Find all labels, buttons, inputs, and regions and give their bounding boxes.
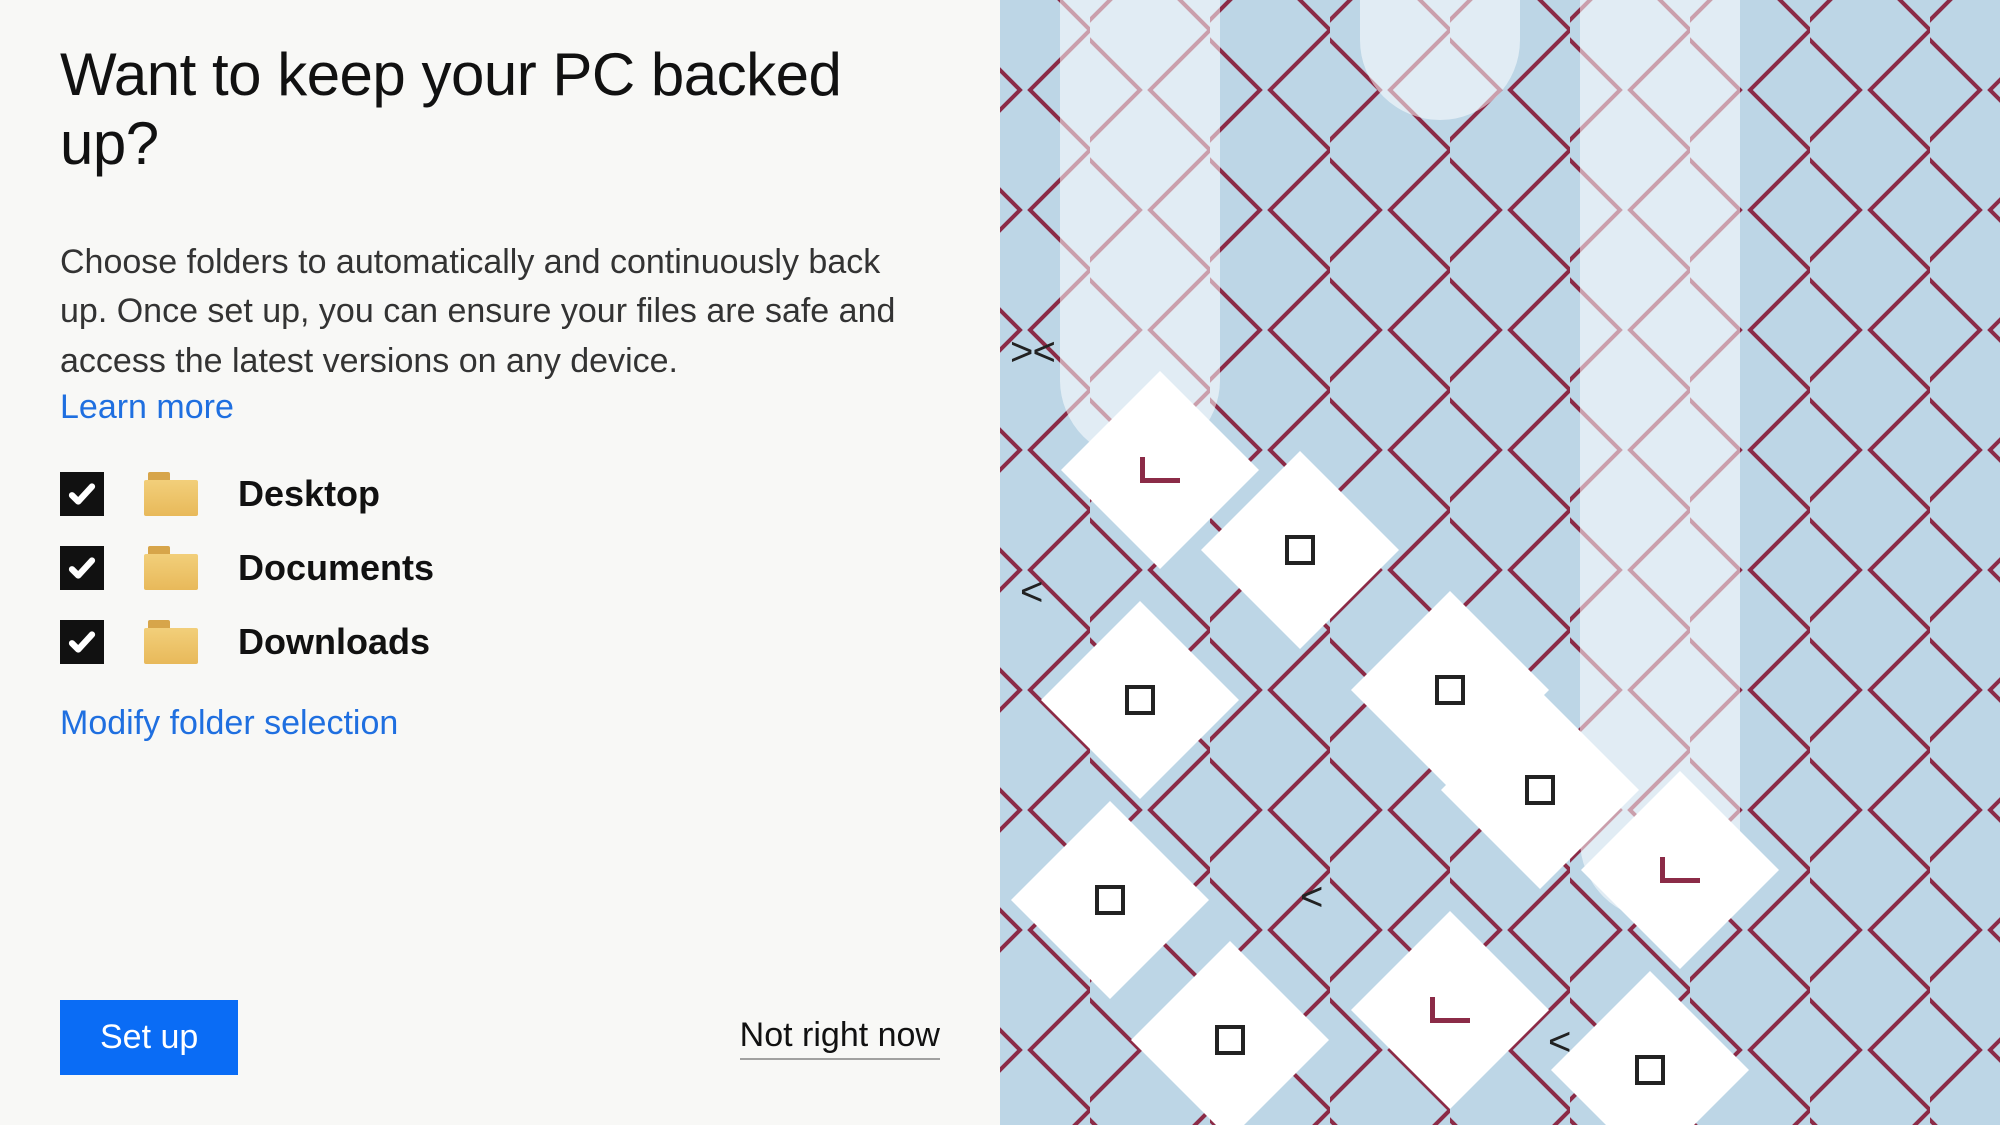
description-text: Choose folders to automatically and cont… <box>60 238 900 386</box>
square-icon <box>1635 1055 1665 1085</box>
square-icon <box>1095 885 1125 915</box>
folder-row-downloads: Downloads <box>60 620 940 664</box>
arrow-shape: > < <box>1010 330 1050 375</box>
learn-more-link[interactable]: Learn more <box>60 388 234 427</box>
decorative-illustration: > < < < < < < < < <box>1000 0 2000 1125</box>
button-row: Set up Not right now <box>60 1000 940 1075</box>
checkbox-downloads[interactable] <box>60 620 104 664</box>
folder-row-desktop: Desktop <box>60 472 940 516</box>
square-icon <box>1125 685 1155 715</box>
folder-label: Desktop <box>238 473 380 515</box>
check-icon <box>67 553 97 583</box>
folder-label: Documents <box>238 547 434 589</box>
arrow-shape: < <box>1020 570 1037 615</box>
check-icon <box>67 627 97 657</box>
folder-icon <box>144 472 198 516</box>
check-icon <box>67 479 97 509</box>
setup-button[interactable]: Set up <box>60 1000 238 1075</box>
folder-label: Downloads <box>238 621 430 663</box>
checkbox-documents[interactable] <box>60 546 104 590</box>
checkbox-desktop[interactable] <box>60 472 104 516</box>
folder-icon <box>144 620 198 664</box>
square-icon <box>1435 675 1465 705</box>
not-right-now-link[interactable]: Not right now <box>740 1016 940 1060</box>
folder-icon <box>144 546 198 590</box>
checkmark-icon <box>1140 457 1180 483</box>
arrow-shape: < <box>1300 875 1317 920</box>
square-icon <box>1525 775 1555 805</box>
square-icon <box>1215 1025 1245 1055</box>
checkmark-icon <box>1660 857 1700 883</box>
square-icon <box>1285 535 1315 565</box>
backup-prompt-pane: Want to keep your PC backed up? Choose f… <box>0 0 1000 1125</box>
modify-folder-selection-link[interactable]: Modify folder selection <box>60 704 940 743</box>
folder-list: Desktop Documents Downloads <box>60 472 940 664</box>
checkmark-icon <box>1430 997 1470 1023</box>
description-block: Choose folders to automatically and cont… <box>60 238 940 472</box>
folder-row-documents: Documents <box>60 546 940 590</box>
page-title: Want to keep your PC backed up? <box>60 40 940 178</box>
